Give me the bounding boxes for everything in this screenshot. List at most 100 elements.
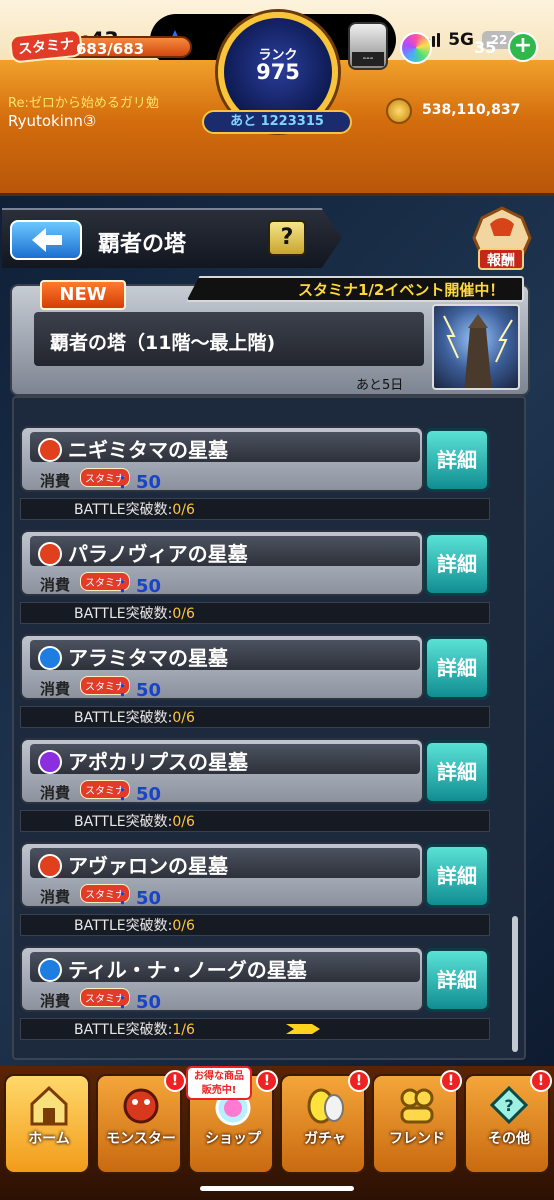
stage-cost-label: 消費 <box>40 888 71 906</box>
stage-row[interactable]: ティル・ナ・ノーグの星墓 消費 スタミナ ：50 詳細 BATTLE突破数:1/… <box>20 946 490 1042</box>
stage-row[interactable]: アポカリプスの星墓 消費 スタミナ ：50 詳細 BATTLE突破数:0/6 <box>20 738 490 834</box>
fire-element-icon <box>38 542 62 566</box>
gacha-alert-badge: ! <box>348 1070 370 1092</box>
stage-cost: ：50 <box>118 888 162 909</box>
orb-count: 35 <box>474 38 497 57</box>
battle-progress-arrow-icon <box>286 1024 320 1034</box>
battle-count: 0/6 <box>172 710 195 726</box>
new-badge: NEW <box>40 280 126 310</box>
network-type: 5G <box>448 30 474 50</box>
stage-name: ニギミタマの星墓 <box>68 438 228 462</box>
battle-progress-text: BATTLE突破数:1/6 <box>74 1019 195 1039</box>
back-arrow-icon <box>32 228 62 252</box>
stage-name: ティル・ナ・ノーグの星墓 <box>68 958 307 982</box>
nav-label-home: ホーム <box>28 1131 70 1147</box>
monster-icon <box>123 1088 159 1124</box>
battle-progress-text: BATTLE突破数:0/6 <box>74 811 195 831</box>
shop-promo-line1: お得な商品 <box>194 1071 244 1082</box>
stage-row[interactable]: アラミタマの星墓 消費 スタミナ ：50 詳細 BATTLE突破数:0/6 <box>20 634 490 730</box>
stage-cost-label: 消費 <box>40 992 71 1010</box>
stage-row[interactable]: パラノヴィアの星墓 消費 スタミナ ：50 詳細 BATTLE突破数:0/6 <box>20 530 490 626</box>
rank-value: 975 <box>256 60 300 84</box>
stage-card[interactable]: アラミタマの星墓 消費 スタミナ ：50 <box>20 634 424 701</box>
nav-label-monster: モンスター <box>106 1131 176 1147</box>
battle-count: 0/6 <box>172 814 195 830</box>
battle-label: BATTLE突破数: <box>74 502 173 518</box>
detail-button[interactable]: 詳細 <box>424 532 490 596</box>
rank-next-exp: あと 1223315 <box>202 110 352 134</box>
battle-progress-text: BATTLE突破数:0/6 <box>74 915 195 935</box>
quest-remaining-days: あと5日 <box>356 378 404 393</box>
coin-count: 538,110,837 <box>422 102 521 118</box>
nav-tab-home[interactable]: ホーム <box>4 1074 90 1174</box>
detail-button[interactable]: 詳細 <box>424 636 490 700</box>
stage-cost-label: 消費 <box>40 472 71 490</box>
water-element-icon <box>38 958 62 982</box>
treasure-box-value: --- <box>352 52 384 66</box>
stage-card[interactable]: アポカリプスの星墓 消費 スタミナ ：50 <box>20 738 424 805</box>
buy-orb-button[interactable]: + <box>508 32 538 62</box>
nav-label-shop: ショップ <box>205 1131 261 1147</box>
nav-label-gacha: ガチャ <box>304 1131 346 1147</box>
svg-text:?: ? <box>504 1096 513 1115</box>
stage-cost: ：50 <box>118 680 162 701</box>
stage-cost-label: 消費 <box>40 576 71 594</box>
scrollbar[interactable] <box>512 916 518 1052</box>
reward-button[interactable]: 報酬 <box>478 248 524 270</box>
other-menu-icon: ? <box>489 1085 529 1125</box>
stage-cost: ：50 <box>118 784 162 805</box>
shop-promo-badge: お得な商品 販売中! <box>186 1066 252 1100</box>
stage-name: アポカリプスの星墓 <box>68 750 248 774</box>
battle-progress-text: BATTLE突破数:0/6 <box>74 707 195 727</box>
shop-alert-badge: ! <box>256 1070 278 1092</box>
stage-name: パラノヴィアの星墓 <box>68 542 248 566</box>
status-indicators: 5G 22 <box>422 30 516 50</box>
user-title: Re:ゼロから始めるガリ勉 <box>8 96 159 111</box>
battle-label: BATTLE突破数: <box>74 710 173 726</box>
page-title: 覇者の塔 <box>98 232 187 257</box>
battle-label: BATTLE突破数: <box>74 606 173 622</box>
detail-button[interactable]: 詳細 <box>424 948 490 1012</box>
dark-element-icon <box>38 750 62 774</box>
stage-card[interactable]: パラノヴィアの星墓 消費 スタミナ ：50 <box>20 530 424 597</box>
battle-progress-text: BATTLE突破数:0/6 <box>74 499 195 519</box>
stage-row[interactable]: アヴァロンの星墓 消費 スタミナ ：50 詳細 BATTLE突破数:0/6 <box>20 842 490 938</box>
battle-count: 0/6 <box>172 502 195 518</box>
nav-label-other: その他 <box>488 1131 530 1147</box>
friend-icon <box>400 1088 434 1124</box>
stage-cost-label: 消費 <box>40 680 71 698</box>
home-icon <box>30 1085 68 1126</box>
tower-image <box>432 304 520 390</box>
stage-card[interactable]: ニギミタマの星墓 消費 スタミナ ：50 <box>20 426 424 493</box>
help-button[interactable]: ? <box>268 220 306 256</box>
user-name: Ryutokinn③ <box>8 112 97 130</box>
battle-label: BATTLE突破数: <box>74 814 173 830</box>
stage-row[interactable]: ニギミタマの星墓 消費 スタミナ ：50 詳細 BATTLE突破数:0/6 <box>20 426 490 522</box>
battle-count: 1/6 <box>172 1022 195 1038</box>
monster-alert-badge: ! <box>164 1070 186 1092</box>
battle-progress-text: BATTLE突破数:0/6 <box>74 603 195 623</box>
stage-name: アヴァロンの星墓 <box>68 854 228 878</box>
detail-button[interactable]: 詳細 <box>424 844 490 908</box>
fire-element-icon <box>38 854 62 878</box>
gacha-egg-icon <box>307 1088 344 1124</box>
orb-icon <box>400 32 432 64</box>
stage-cost-label: 消費 <box>40 784 71 802</box>
other-alert-badge: ! <box>530 1070 552 1092</box>
detail-button[interactable]: 詳細 <box>424 428 490 492</box>
battle-label: BATTLE突破数: <box>74 1022 173 1038</box>
detail-button[interactable]: 詳細 <box>424 740 490 804</box>
stamina-value: 683/683 <box>76 40 145 58</box>
battle-label: BATTLE突破数: <box>74 918 173 934</box>
nav-label-friend: フレンド <box>389 1131 445 1147</box>
stage-cost: ：50 <box>118 576 162 597</box>
stage-card[interactable]: ティル・ナ・ノーグの星墓 消費 スタミナ ：50 <box>20 946 424 1013</box>
friend-alert-badge: ! <box>440 1070 462 1092</box>
stage-card[interactable]: アヴァロンの星墓 消費 スタミナ ：50 <box>20 842 424 909</box>
event-text: スタミナ1/2イベント開催中！ <box>298 281 505 299</box>
home-indicator[interactable] <box>200 1186 354 1191</box>
stage-cost: ：50 <box>118 472 162 493</box>
coin-icon <box>386 98 412 124</box>
stage-name: アラミタマの星墓 <box>68 646 228 670</box>
fire-element-icon <box>38 438 62 462</box>
